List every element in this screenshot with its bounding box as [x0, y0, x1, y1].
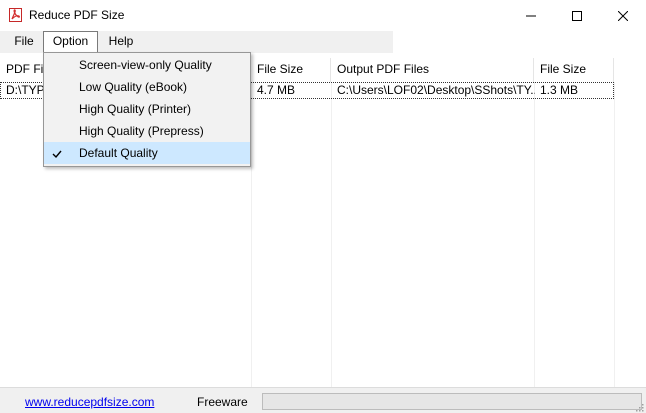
menu-item-default-quality[interactable]: Default Quality	[44, 142, 250, 164]
menu-item-label: Low Quality (eBook)	[79, 80, 188, 94]
grid-line	[614, 82, 615, 387]
option-dropdown-menu: Screen-view-only Quality Low Quality (eB…	[43, 52, 251, 167]
close-icon	[618, 10, 628, 21]
menu-help[interactable]: Help	[100, 31, 142, 53]
resize-grip-icon[interactable]	[634, 401, 644, 412]
menu-item-high-quality-printer[interactable]: High Quality (Printer)	[44, 98, 250, 120]
menu-item-high-quality-prepress[interactable]: High Quality (Prepress)	[44, 120, 250, 142]
maximize-button[interactable]	[554, 0, 600, 31]
close-button[interactable]	[600, 0, 646, 31]
cell-input-size: 4.7 MB	[257, 83, 296, 97]
minimize-button[interactable]	[508, 0, 554, 31]
license-label: Freeware	[197, 395, 248, 409]
title-bar[interactable]: Reduce PDF Size	[0, 0, 646, 31]
progress-bar	[262, 393, 642, 410]
menu-item-screen-view-quality[interactable]: Screen-view-only Quality	[44, 54, 250, 76]
menu-item-label: High Quality (Printer)	[79, 102, 192, 116]
menu-item-label: Screen-view-only Quality	[79, 58, 212, 72]
cell-output-file: C:\Users\LOF02\Desktop\SShots\TY...	[337, 83, 535, 97]
column-header-output-file-size[interactable]: File Size	[534, 58, 614, 82]
status-bar: www.reducepdfsize.com Freeware	[0, 387, 646, 413]
maximize-icon	[572, 10, 582, 21]
column-header-file-size[interactable]: File Size	[251, 58, 331, 82]
menu-item-label: Default Quality	[79, 146, 158, 160]
menu-item-label: High Quality (Prepress)	[79, 124, 204, 138]
menu-item-low-quality[interactable]: Low Quality (eBook)	[44, 76, 250, 98]
grid-line	[251, 82, 252, 387]
checkmark-icon	[50, 146, 64, 160]
menu-option[interactable]: Option	[43, 31, 98, 53]
grid-line	[331, 82, 332, 387]
grid-line	[534, 82, 535, 387]
cell-output-size: 1.3 MB	[540, 83, 579, 97]
column-header-output-pdf-files[interactable]: Output PDF Files	[331, 58, 534, 82]
website-link[interactable]: www.reducepdfsize.com	[25, 395, 154, 409]
menu-bar: File Option Help	[0, 31, 393, 53]
pdf-app-icon	[9, 8, 22, 22]
minimize-icon	[526, 15, 536, 16]
menu-file[interactable]: File	[7, 31, 41, 53]
window-title: Reduce PDF Size	[29, 8, 125, 22]
